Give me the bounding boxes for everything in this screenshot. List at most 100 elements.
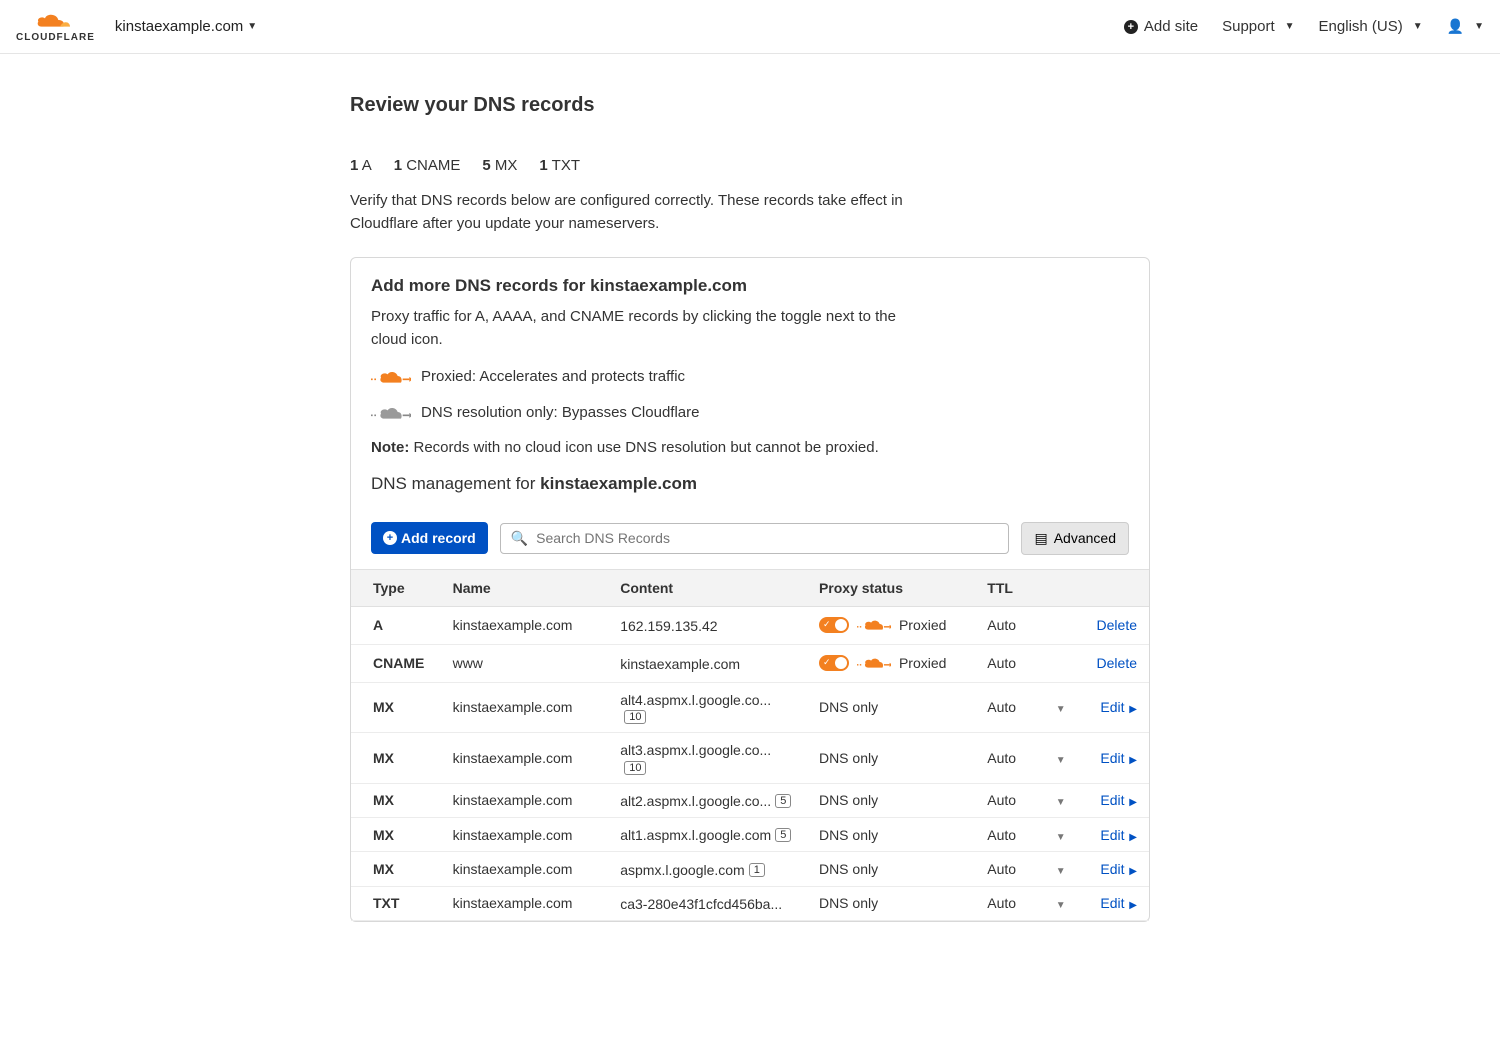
legend-proxied: Proxied: Accelerates and protects traffi… xyxy=(371,365,1129,387)
record-ttl: Auto xyxy=(975,733,1043,784)
add-site-label: Add site xyxy=(1144,18,1198,35)
record-content: alt2.aspmx.l.google.co...5 xyxy=(608,783,807,817)
proxy-label: DNS only xyxy=(819,699,878,715)
proxy-toggle[interactable]: ✓ xyxy=(819,617,849,633)
topbar-right: + Add site Support ▼ English (US) ▼ 👤 ▼ xyxy=(1124,18,1484,35)
chevron-down-icon: ▼ xyxy=(1056,866,1066,877)
table-row: MXkinstaexample.comalt2.aspmx.l.google.c… xyxy=(351,783,1149,817)
add-record-label: Add record xyxy=(401,530,476,546)
proxy-toggle[interactable]: ✓ xyxy=(819,655,849,671)
record-name: kinstaexample.com xyxy=(441,817,609,851)
record-type: MX xyxy=(351,783,441,817)
table-header-row: Type Name Content Proxy status TTL xyxy=(351,569,1149,606)
chevron-down-icon: ▼ xyxy=(1056,704,1066,715)
record-content: alt1.aspmx.l.google.com5 xyxy=(608,817,807,851)
support-label: Support xyxy=(1222,18,1275,35)
summary-label: TXT xyxy=(552,157,580,174)
cloudflare-cloud-icon xyxy=(31,10,79,30)
record-name: kinstaexample.com xyxy=(441,682,609,733)
summary-label: CNAME xyxy=(406,157,460,174)
ttl-dropdown[interactable]: ▼ xyxy=(1044,852,1078,886)
support-menu[interactable]: Support ▼ xyxy=(1222,18,1294,35)
table-row: MXkinstaexample.comaspmx.l.google.com1DN… xyxy=(351,852,1149,886)
col-proxy: Proxy status xyxy=(807,569,975,606)
table-row: Akinstaexample.com162.159.135.42✓Proxied… xyxy=(351,606,1149,644)
record-ttl: Auto xyxy=(975,783,1043,817)
edit-link[interactable]: Edit ▶ xyxy=(1100,792,1137,808)
plus-icon: + xyxy=(1124,20,1138,34)
cloud-proxied-icon xyxy=(857,615,891,636)
summary-item: 1 CNAME xyxy=(394,157,461,174)
chevron-right-icon: ▶ xyxy=(1127,866,1137,877)
dns-mgmt-prefix: DNS management for xyxy=(371,474,540,493)
record-content: kinstaexample.com xyxy=(608,644,807,682)
ttl-dropdown[interactable]: ▼ xyxy=(1044,817,1078,851)
note-text: Records with no cloud icon use DNS resol… xyxy=(409,439,878,456)
record-ttl: Auto xyxy=(975,606,1043,644)
record-proxy-status: ✓ Proxied xyxy=(807,644,975,682)
summary-label: A xyxy=(362,157,372,174)
edit-link[interactable]: Edit ▶ xyxy=(1100,699,1137,715)
summary-count: 5 xyxy=(482,157,490,174)
chevron-down-icon: ▼ xyxy=(1056,900,1066,911)
edit-link[interactable]: Edit ▶ xyxy=(1100,750,1137,766)
mx-priority-badge: 5 xyxy=(775,828,791,842)
edit-link[interactable]: Edit ▶ xyxy=(1100,861,1137,877)
chevron-down-icon: ▼ xyxy=(1413,21,1423,32)
cloud-proxied-icon xyxy=(371,365,411,387)
cloudflare-logo[interactable]: CLOUDFLARE xyxy=(16,10,95,43)
ttl-dropdown[interactable]: ▼ xyxy=(1044,733,1078,784)
proxy-label: Proxied xyxy=(899,655,946,671)
advanced-button[interactable]: ▤ Advanced xyxy=(1021,522,1129,555)
language-menu[interactable]: English (US) ▼ xyxy=(1319,18,1423,35)
record-type: MX xyxy=(351,817,441,851)
delete-link[interactable]: Delete xyxy=(1097,617,1137,633)
proxy-label: Proxied xyxy=(899,617,946,633)
edit-link[interactable]: Edit ▶ xyxy=(1100,827,1137,843)
ttl-dropdown[interactable]: ▼ xyxy=(1044,783,1078,817)
record-ttl: Auto xyxy=(975,644,1043,682)
dns-panel: Add more DNS records for kinstaexample.c… xyxy=(350,257,1150,922)
chevron-right-icon: ▶ xyxy=(1127,704,1137,715)
summary-item: 1 A xyxy=(350,157,372,174)
panel-heading: Add more DNS records for kinstaexample.c… xyxy=(371,276,1129,296)
cloud-gray-icon xyxy=(371,401,411,423)
record-proxy-status: DNS only xyxy=(807,783,975,817)
site-selector-label: kinstaexample.com xyxy=(115,18,243,35)
summary-item: 1 TXT xyxy=(539,157,580,174)
add-site-link[interactable]: + Add site xyxy=(1124,18,1198,35)
record-ttl: Auto xyxy=(975,682,1043,733)
account-menu[interactable]: 👤 ▼ xyxy=(1447,18,1484,35)
chevron-down-icon: ▼ xyxy=(247,21,257,32)
add-record-button[interactable]: +Add record xyxy=(371,522,488,554)
col-action xyxy=(1078,569,1149,606)
record-proxy-status: DNS only xyxy=(807,733,975,784)
ttl-dropdown xyxy=(1044,606,1078,644)
summary-count: 1 xyxy=(350,157,358,174)
cloud-proxied-icon xyxy=(857,653,891,674)
chevron-right-icon: ▶ xyxy=(1127,900,1137,911)
chevron-right-icon: ▶ xyxy=(1127,832,1137,843)
ttl-dropdown[interactable]: ▼ xyxy=(1044,886,1078,920)
chevron-down-icon: ▼ xyxy=(1056,832,1066,843)
record-ttl: Auto xyxy=(975,817,1043,851)
col-type: Type xyxy=(351,569,441,606)
dns-mgmt-domain: kinstaexample.com xyxy=(540,474,697,493)
edit-link[interactable]: Edit ▶ xyxy=(1100,895,1137,911)
delete-link[interactable]: Delete xyxy=(1097,655,1137,671)
proxy-label: DNS only xyxy=(819,792,878,808)
panel-intro: Proxy traffic for A, AAAA, and CNAME rec… xyxy=(371,306,931,351)
dns-records-table: Type Name Content Proxy status TTL Akins… xyxy=(351,569,1149,921)
site-selector[interactable]: kinstaexample.com ▼ xyxy=(115,18,257,35)
person-icon: 👤 xyxy=(1447,18,1464,35)
record-type: MX xyxy=(351,852,441,886)
chevron-right-icon: ▶ xyxy=(1127,797,1137,808)
record-proxy-status: DNS only xyxy=(807,817,975,851)
mx-priority-badge: 1 xyxy=(749,863,765,877)
ttl-dropdown[interactable]: ▼ xyxy=(1044,682,1078,733)
mx-priority-badge: 5 xyxy=(775,794,791,808)
col-name: Name xyxy=(441,569,609,606)
search-input[interactable] xyxy=(536,530,998,546)
record-type: A xyxy=(351,606,441,644)
table-row: MXkinstaexample.comalt3.aspmx.l.google.c… xyxy=(351,733,1149,784)
